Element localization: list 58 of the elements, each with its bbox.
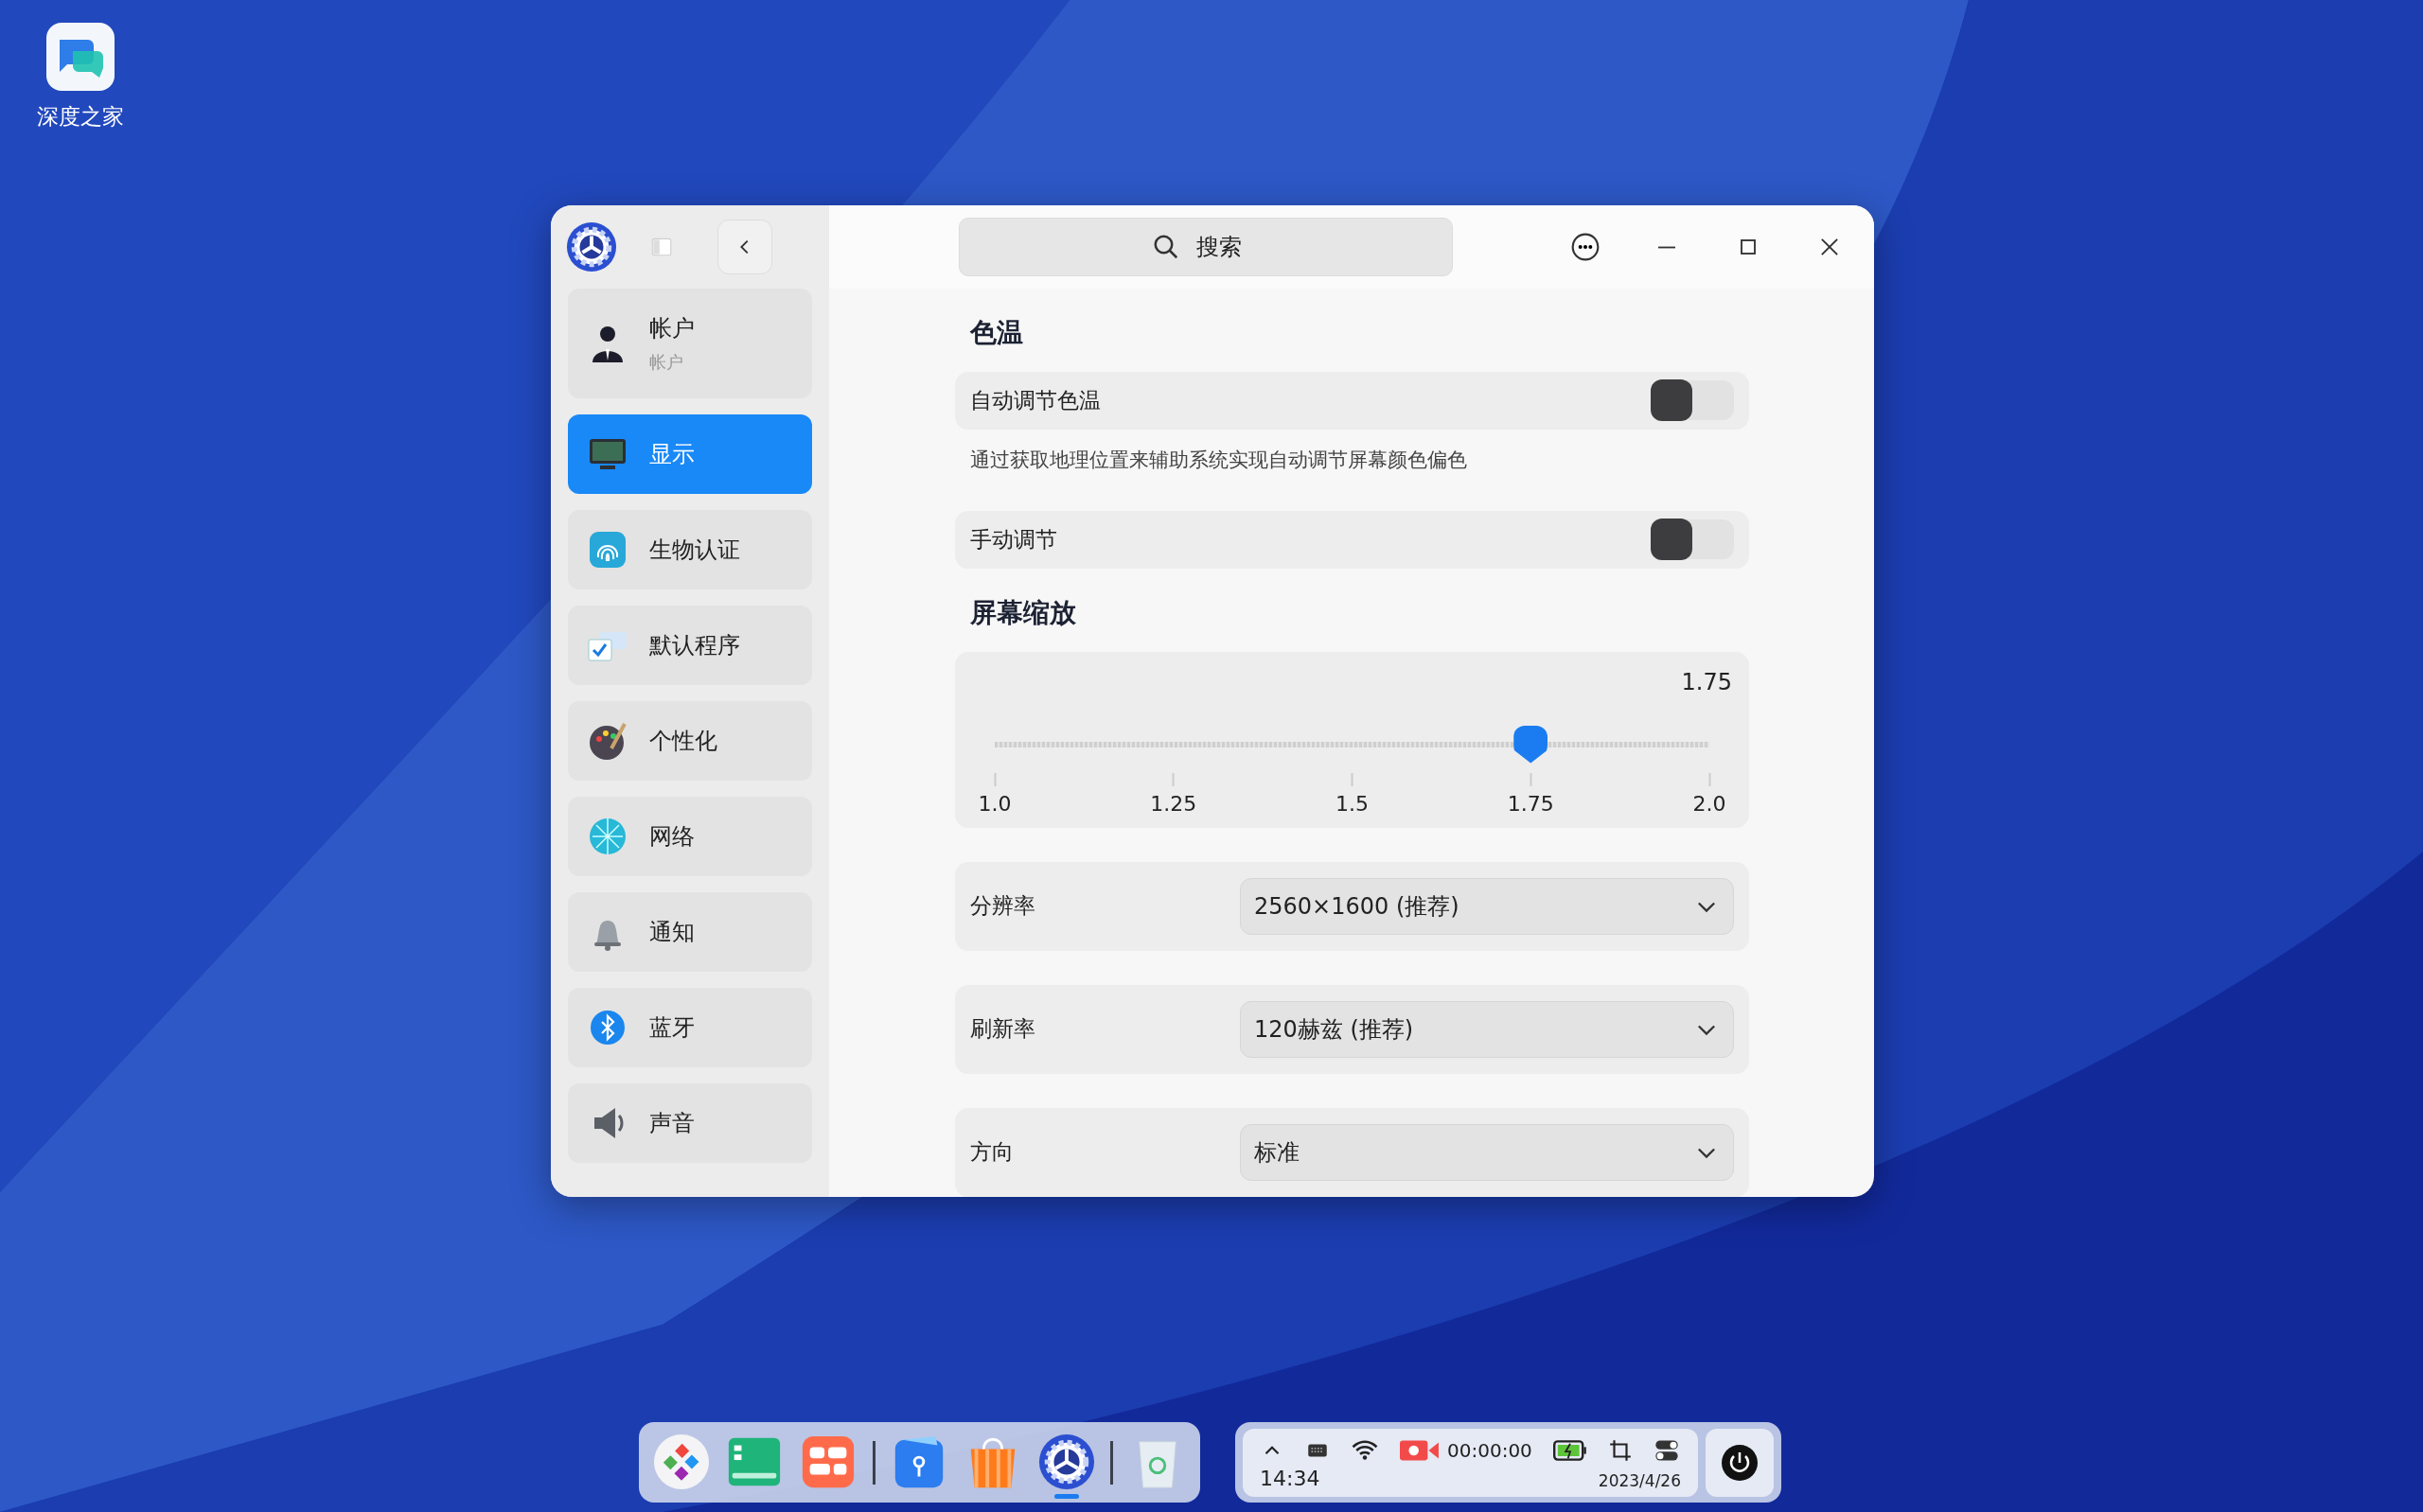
dropdown[interactable]: 标准 [1240,1124,1734,1181]
sidebar-item-label: 通知 [649,918,695,947]
fingerprint-icon [587,529,628,571]
crop-icon[interactable] [1607,1437,1633,1463]
dropdown[interactable]: 2560×1600 (推荐) [1240,877,1734,935]
sidebar-item[interactable]: 个性化 [568,701,812,781]
setting-label: 分辨率 [970,892,1035,921]
clock-time[interactable]: 14:34 [1260,1466,1320,1490]
slider-thumb[interactable] [1513,725,1548,764]
section-title: 色温 [970,316,1024,350]
toggle-switch[interactable] [1651,380,1734,421]
setting-label: 方向 [970,1138,1014,1167]
sidebar-item[interactable]: 显示 [568,414,812,494]
tick-label: 1.25 [1150,791,1197,816]
sidebar-item[interactable]: 通知 [568,892,812,972]
sidebar-item-label: 个性化 [649,727,717,756]
sidebar-item-label: 生物认证 [649,536,740,565]
tick-label: 1.0 [978,791,1012,816]
sidebar-item[interactable]: 声音 [568,1083,812,1163]
launcher-icon[interactable] [651,1432,711,1491]
section-title: 屏幕缩放 [970,595,1077,630]
setting-description: 通过获取地理位置来辅助系统实现自动调节屏幕颜色偏色 [970,447,1468,473]
dropdown[interactable]: 120赫兹 (推荐) [1240,1000,1734,1058]
sidebar-item[interactable]: 网络 [568,797,812,876]
sidebar-item-label: 默认程序 [649,631,740,660]
setting-label: 手动调节 [970,525,1057,554]
battery-icon[interactable] [1552,1438,1587,1462]
toggle-switch[interactable] [1651,519,1734,560]
search-icon [1152,233,1180,261]
sidebar-item[interactable]: 蓝牙 [568,988,812,1067]
scale-reading: 1.75 [1681,668,1732,695]
sidebar-item-label: 蓝牙 [649,1013,695,1043]
globe-icon [587,816,628,857]
tick-label: 1.75 [1507,791,1554,816]
gear-icon [566,221,617,273]
screen-recording-indicator[interactable]: 00:00:00 [1400,1437,1532,1463]
sidebar-item[interactable]: 帐户 帐户 [568,289,812,398]
more-icon [1570,232,1601,262]
sidebar-item-subtitle: 帐户 [649,351,684,374]
power-button[interactable] [1706,1428,1774,1497]
sidebar-item-label: 网络 [649,822,695,852]
setting-label: 刷新率 [970,1015,1035,1044]
tick-label: 1.5 [1335,791,1369,816]
gear-icon[interactable] [1036,1432,1096,1491]
minimize-icon [1658,245,1675,249]
desktop-icon-label: 深度之家 [37,103,124,131]
tick-label: 2.0 [1692,791,1726,816]
sidebar-item-label: 帐户 [649,314,695,343]
sidebar-item[interactable]: 默认程序 [568,606,812,685]
palette-icon [587,720,628,762]
clock-date[interactable]: 2023/4/26 [1598,1470,1681,1490]
setting-label: 自动调节色温 [970,386,1101,414]
chat-bubbles-icon[interactable] [46,23,115,91]
search-field[interactable]: 搜索 [959,218,1453,276]
sidebar-item[interactable]: 生物认证 [568,510,812,589]
power-icon [1721,1443,1759,1482]
sidebar-item-label: 显示 [649,440,695,469]
sidebar-item-label: 声音 [649,1109,695,1138]
